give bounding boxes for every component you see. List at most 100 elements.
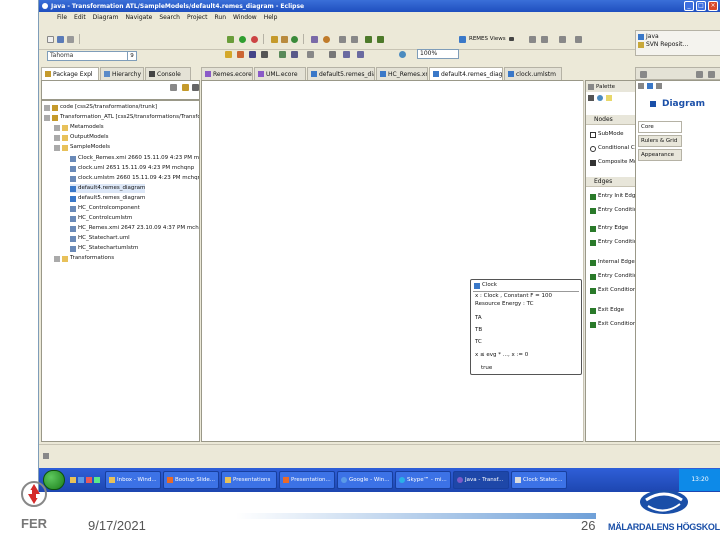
tab-console[interactable]: Console (145, 67, 191, 80)
open-type-icon[interactable] (311, 36, 318, 43)
tree-item[interactable]: clock.uml 2651 15.11.09 4:23 PM mchqnp (70, 164, 194, 173)
editor-tab-hc-remes[interactable]: HC_Remes.xmi (376, 67, 428, 80)
quick-launch-icon[interactable] (70, 477, 76, 483)
route-icon[interactable] (329, 51, 336, 58)
font-size-combo[interactable]: 9 (127, 51, 137, 61)
tree-item[interactable]: Metamodels (54, 123, 104, 132)
editor-tab-clock-umlstm[interactable]: clock.umlstm (504, 67, 562, 80)
tree-item[interactable]: default4.remes_diagram (70, 184, 146, 193)
taskbar-item-active[interactable]: Java - Transf... (453, 471, 509, 489)
prop-tab-appearance[interactable]: Appearance (638, 149, 682, 161)
perspective-java[interactable]: Java (638, 33, 718, 41)
properties-icon[interactable] (647, 83, 653, 89)
forward-icon[interactable] (377, 36, 384, 43)
tree-item[interactable]: HC_Statechart.uml (70, 234, 130, 243)
prop-tab-rulers[interactable]: Rulers & Grid (638, 135, 682, 147)
taskbar-item[interactable]: Presentation... (279, 471, 335, 489)
menu-project[interactable]: Project (187, 14, 208, 21)
diagram-canvas[interactable]: Clock x : Clock , Constant F = 100 Resou… (201, 80, 584, 442)
tree-item[interactable]: HC_Controlcomponent (70, 204, 140, 213)
menu-navigate[interactable]: Navigate (125, 14, 152, 21)
taskbar-item[interactable]: Presentations (221, 471, 277, 489)
expand-icon[interactable] (54, 134, 60, 141)
select-tool-icon[interactable] (588, 95, 594, 101)
menu-search[interactable]: Search (159, 14, 180, 21)
link-editor-icon[interactable] (182, 84, 189, 91)
menu-window[interactable]: Window (233, 14, 257, 21)
tree-item[interactable]: Transformations (54, 254, 114, 263)
line-style-icon[interactable] (261, 51, 268, 58)
font-family-combo[interactable]: Tahoma (47, 51, 137, 61)
make-same-size-icon[interactable] (357, 51, 364, 58)
debug-icon[interactable] (227, 36, 234, 43)
tree-item[interactable]: clock.umlstm 2660 15.11.09 4:23 PM mchqn… (70, 174, 199, 183)
editor-tab-remes-ecore[interactable]: Remes.ecore (201, 67, 253, 80)
new-package-icon[interactable] (281, 36, 288, 43)
quick-launch-icon[interactable] (94, 477, 100, 483)
maximize-view-icon[interactable] (708, 71, 715, 78)
align-icon[interactable] (307, 51, 314, 58)
perspective-svn[interactable]: SVN Reposit... (638, 41, 718, 49)
print-icon[interactable] (67, 36, 74, 43)
editor-tab-default5[interactable]: default5.remes_diagr (307, 67, 375, 80)
toolbar-nav-icon[interactable] (529, 36, 536, 43)
editor-tab-uml-ecore[interactable]: UML.ecore (254, 67, 306, 80)
auto-size-icon[interactable] (343, 51, 350, 58)
remes-views-icon[interactable] (459, 36, 466, 43)
zoom-icon[interactable] (399, 51, 406, 58)
taskbar-item[interactable]: Inbox - Wind... (105, 471, 161, 489)
back-icon[interactable] (365, 36, 372, 43)
maximize-button[interactable]: □ (696, 1, 706, 11)
menu-run[interactable]: Run (215, 14, 227, 21)
tab-hierarchy[interactable]: Hierarchy (100, 67, 144, 80)
next-annotation-icon[interactable] (339, 36, 346, 43)
tree-item[interactable]: SampleModels (54, 143, 110, 152)
expand-icon[interactable] (54, 124, 60, 131)
tree-item[interactable]: HC_Statechartumlstm (70, 244, 138, 253)
collapse-all-icon[interactable] (170, 84, 177, 91)
collapse-icon[interactable] (54, 144, 60, 151)
toolbar-nav-icon[interactable] (575, 36, 582, 43)
menu-file[interactable]: File (57, 14, 67, 21)
tree-item[interactable]: code [css2S/transformations/trunk] (44, 103, 157, 112)
prev-annotation-icon[interactable] (351, 36, 358, 43)
fill-color-icon[interactable] (237, 51, 244, 58)
close-button[interactable]: × (708, 1, 718, 11)
minimize-button[interactable]: _ (684, 1, 694, 11)
tree-item[interactable]: Transformation_ATL [css2S/transformation… (44, 113, 199, 122)
arrange-all-icon[interactable] (279, 51, 286, 58)
new-java-project-icon[interactable] (271, 36, 278, 43)
new-icon[interactable] (47, 36, 54, 43)
menu-help[interactable]: Help (264, 14, 278, 21)
search-icon[interactable] (323, 36, 330, 43)
collapse-icon[interactable] (44, 114, 50, 121)
expand-icon[interactable] (44, 104, 50, 111)
new-class-icon[interactable] (291, 36, 298, 43)
taskbar-item[interactable]: Bootup Slide... (163, 471, 219, 489)
filter-icon[interactable] (656, 83, 662, 89)
tree-item[interactable]: Clock_Remes.xmi 2660 15.11.09 4:23 PM m (70, 154, 199, 163)
tree-item[interactable]: default5.remes_diagram (70, 194, 145, 203)
tree-item[interactable]: HC_Controlcumlstm (70, 214, 132, 223)
state-node-clock[interactable]: Clock x : Clock , Constant F = 100 Resou… (470, 279, 582, 375)
minimize-view-icon[interactable] (696, 71, 703, 78)
toolbar-nav-icon[interactable] (541, 36, 548, 43)
select-all-icon[interactable] (291, 51, 298, 58)
chevron-down-icon[interactable] (509, 37, 514, 41)
outline-icon[interactable] (640, 71, 647, 78)
taskbar-item[interactable]: Skype™ - mi... (395, 471, 451, 489)
editor-tab-default4[interactable]: default4.remes_diagr (429, 67, 503, 80)
taskbar-item[interactable]: Google - Win... (337, 471, 393, 489)
font-color-icon[interactable] (225, 51, 232, 58)
pin-icon[interactable] (638, 83, 644, 89)
view-menu-icon[interactable] (192, 84, 199, 91)
tree-item[interactable]: OutputModels (54, 133, 108, 142)
remes-views-button[interactable]: REMES Views (469, 36, 506, 42)
external-tools-icon[interactable] (251, 36, 258, 43)
menu-edit[interactable]: Edit (74, 14, 86, 21)
tree-item[interactable]: HC_Remes.xmi 2647 23.10.09 4:37 PM mch (70, 224, 199, 233)
quick-launch-icon[interactable] (86, 477, 92, 483)
prop-tab-core[interactable]: Core (638, 121, 682, 133)
tab-package-explorer[interactable]: Package Expl (41, 67, 99, 80)
quick-launch-icon[interactable] (78, 477, 84, 483)
